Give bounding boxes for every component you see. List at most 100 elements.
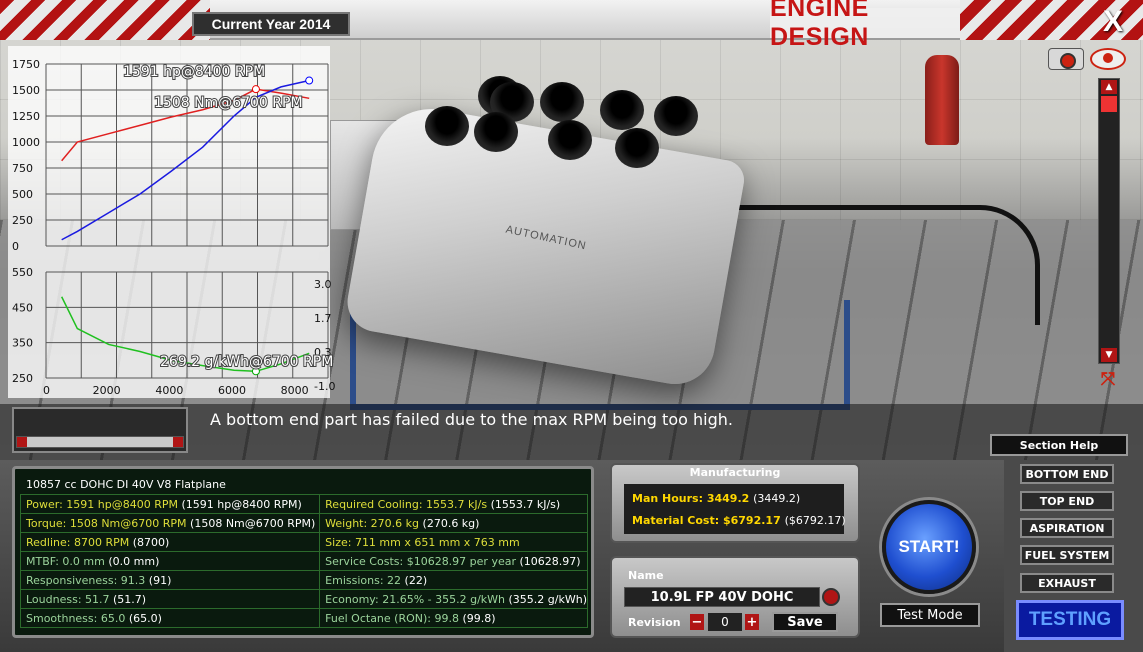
y-tick-label: 750	[12, 162, 33, 175]
stats-value: Economy: 21.65% - 355.2 g/kWh	[325, 592, 506, 606]
intake-stack	[474, 112, 518, 152]
nav-bottom-end[interactable]: BOTTOM END	[1020, 464, 1114, 484]
stats-cell-left: MTBF: 0.0 mm (0.0 mm)	[19, 551, 321, 571]
stats-cell-right: Required Cooling: 1553.7 kJ/s (1553.7 kJ…	[319, 494, 588, 514]
x-tick-label: 0	[43, 384, 50, 397]
stats-cell-right: Fuel Octane (RON): 99.8 (99.8)	[319, 608, 588, 628]
save-button[interactable]: Save	[772, 612, 838, 632]
power-torque-chart: 1750 1500 1250 1000 750 500 250 0 1591 hp@8400 R…	[12, 58, 329, 253]
minimap-slider[interactable]	[16, 436, 184, 448]
stats-value: Loudness: 51.7	[26, 592, 110, 606]
zoom-scrollbar[interactable]	[1098, 78, 1120, 364]
stats-value: Torque: 1508 Nm@6700 RPM	[26, 516, 187, 530]
scroll-thumb[interactable]	[1101, 96, 1117, 112]
current-year: Current Year 2014	[192, 12, 350, 36]
name-reset-icon[interactable]	[822, 588, 840, 606]
stats-cell-left: Smoothness: 65.0 (65.0)	[19, 608, 321, 628]
performance-charts: 1750 1500 1250 1000 750 500 250 0 1591 hp@8400 R…	[8, 46, 335, 398]
y-tick-label: 1250	[12, 110, 40, 123]
stats-cell-right: Economy: 21.65% - 355.2 g/kWh (355.2 g/k…	[319, 589, 588, 609]
intake-stack	[548, 120, 592, 160]
stats-cell-left: Responsiveness: 91.3 (91)	[19, 570, 321, 590]
y-tick-label: 250	[12, 214, 33, 227]
nav-testing[interactable]: TESTING	[1016, 600, 1124, 640]
material-cost-paren: ($6792.17)	[784, 514, 846, 527]
x-tick-label: 6000	[218, 384, 246, 397]
nav-aspiration[interactable]: ASPIRATION	[1020, 518, 1114, 538]
y-tick-label: 500	[12, 188, 33, 201]
test-mode-button[interactable]: Test Mode	[880, 603, 980, 627]
stats-row: Smoothness: 65.0 (65.0) Fuel Octane (RON)…	[19, 608, 588, 628]
name-label: Name	[628, 569, 664, 582]
stats-value: Required Cooling: 1553.7 kJ/s	[325, 497, 488, 511]
engine-stats-title: 10857 cc DOHC DI 40V V8 Flatplane	[26, 478, 226, 491]
man-hours-paren: (3449.2)	[753, 492, 801, 505]
stats-value: Emissions: 22	[325, 573, 402, 587]
nav-fuel-system[interactable]: FUEL SYSTEM	[1020, 545, 1114, 565]
status-message: A bottom end part has failed due to the …	[210, 410, 733, 429]
y2-tick-label: 3.0	[314, 278, 332, 291]
nav-top-end[interactable]: TOP END	[1020, 491, 1114, 511]
torque-peak-marker	[251, 85, 260, 94]
scroll-down-icon[interactable]: ▼	[1101, 348, 1117, 362]
fire-extinguisher	[925, 55, 959, 145]
stats-value: Fuel Octane (RON): 99.8	[325, 611, 459, 625]
stats-row: Torque: 1508 Nm@6700 RPM (1508 Nm@6700 R…	[19, 513, 588, 533]
stats-value: Power: 1591 hp@8400 RPM	[26, 497, 178, 511]
reset-view-icon[interactable]: ⤧	[1090, 368, 1126, 390]
stats-value: MTBF: 0.0 mm	[26, 554, 105, 568]
camera-icon[interactable]	[1048, 48, 1084, 70]
close-button[interactable]: X	[1098, 5, 1128, 38]
chart-svg: 1750 1500 1250 1000 750 500 250 0 1591 hp@8400 R…	[12, 58, 335, 397]
stats-paren: (8700)	[132, 535, 170, 549]
y-tick-label: 1500	[12, 84, 40, 97]
stats-cell-left: Torque: 1508 Nm@6700 RPM (1508 Nm@6700 R…	[19, 513, 321, 533]
stats-cell-right: Size: 711 mm x 651 mm x 763 mm	[319, 532, 588, 552]
stats-cell-right: Service Costs: $10628.97 per year (10628…	[319, 551, 588, 571]
power-peak-marker	[305, 76, 314, 85]
scroll-up-icon[interactable]: ▲	[1101, 80, 1117, 94]
eye-icon[interactable]	[1090, 48, 1126, 70]
revision-increment-button[interactable]: +	[745, 614, 759, 630]
stats-row: Power: 1591 hp@8400 RPM (1591 hp@8400 RP…	[19, 494, 588, 514]
y-tick-label: 350	[12, 337, 33, 350]
intake-stack	[654, 96, 698, 136]
cable	[720, 205, 1040, 325]
y-tick-label: 550	[12, 266, 33, 279]
intake-stack	[425, 106, 469, 146]
stats-paren: (22)	[404, 573, 428, 587]
nav-exhaust[interactable]: EXHAUST	[1020, 573, 1114, 593]
y-tick-label: 450	[12, 301, 33, 314]
section-help-button[interactable]: Section Help	[990, 434, 1128, 456]
intake-stack	[540, 82, 584, 122]
y-tick-label: 1000	[12, 136, 40, 149]
economy-chart: 5504503502503.01.70.3-1.00 2000 4000 6000 80…	[12, 266, 335, 397]
stats-value: Smoothness: 65.0	[26, 611, 126, 625]
torque-annotation: 1508 Nm@6700 RPM	[154, 95, 303, 111]
stats-paren: (270.6 kg)	[422, 516, 480, 530]
revision-value: 0	[708, 613, 742, 631]
stats-paren: (0.0 mm)	[108, 554, 160, 568]
economy-annotation: 269.2 g/kWh@6700 RPM	[160, 354, 333, 370]
x-tick-label: 2000	[93, 384, 121, 397]
stats-value: Weight: 270.6 kg	[325, 516, 420, 530]
revision-decrement-button[interactable]: −	[690, 614, 704, 630]
stats-cell-left: Redline: 8700 RPM (8700)	[19, 532, 321, 552]
stats-paren: (1553.7 kJ/s)	[490, 497, 561, 511]
start-button[interactable]: START!	[882, 500, 976, 594]
engine-name-field[interactable]: 10.9L FP 40V DOHC	[624, 587, 820, 607]
stats-paren: (355.2 g/kWh)	[508, 592, 587, 606]
x-tick-label: 8000	[281, 384, 309, 397]
stats-paren: (1591 hp@8400 RPM)	[181, 497, 302, 511]
y-tick-label: 0	[12, 240, 19, 253]
stats-row: Loudness: 51.7 (51.7) Economy: 21.65% - 3…	[19, 589, 588, 609]
stats-value: Service Costs: $10628.97 per year	[325, 554, 516, 568]
material-cost: Material Cost: $6792.17 ($6792.17)	[632, 514, 846, 527]
manufacturing-title: Manufacturing	[689, 466, 781, 479]
stats-value: Responsiveness: 91.3	[26, 573, 146, 587]
material-cost-value: Material Cost: $6792.17	[632, 514, 781, 527]
stats-value: Size: 711 mm x 651 mm x 763 mm	[325, 535, 520, 549]
y2-tick-label: -1.0	[314, 380, 335, 393]
revision-label: Revision	[628, 616, 681, 629]
stats-paren: (99.8)	[462, 611, 496, 625]
